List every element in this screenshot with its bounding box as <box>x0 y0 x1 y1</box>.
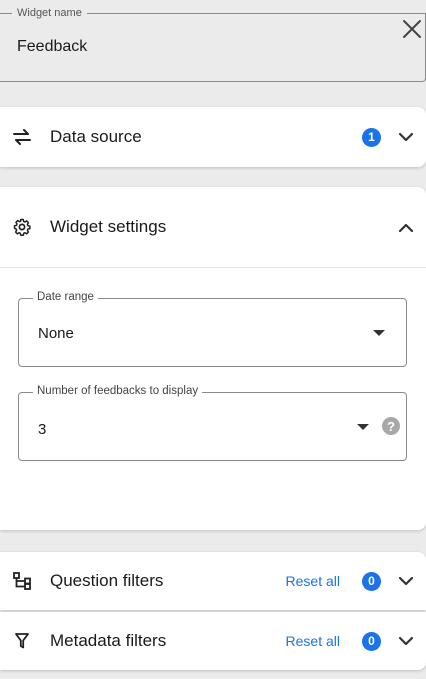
metadata-filters-header[interactable]: Metadata filters Reset all 0 <box>0 612 426 670</box>
question-filters-count-badge: 0 <box>362 571 381 591</box>
chevron-down-icon[interactable] <box>396 631 416 651</box>
widget-editor-panel: Widget name Feedback Data source 1 Widge… <box>0 0 426 679</box>
metadata-filters-card: Metadata filters Reset all 0 <box>0 612 426 670</box>
question-filters-title: Question filters <box>50 571 164 590</box>
widget-name-legend: Widget name <box>12 7 87 19</box>
dropdown-arrow-icon <box>373 330 385 336</box>
data-source-card: Data source 1 <box>0 107 426 167</box>
metadata-filters-count-badge: 0 <box>362 631 381 651</box>
question-filters-reset-link[interactable]: Reset all <box>286 573 340 589</box>
chevron-down-icon[interactable] <box>396 127 416 147</box>
widget-settings-header[interactable]: Widget settings <box>0 187 426 267</box>
question-filters-card: Question filters Reset all 0 <box>0 552 426 610</box>
feedback-count-legend: Number of feedbacks to display <box>33 385 203 397</box>
date-range-legend: Date range <box>33 291 98 303</box>
widget-settings-card: Widget settings Date range None Number o… <box>0 187 426 530</box>
feedback-count-select[interactable]: Number of feedbacks to display 3 ? <box>18 385 407 461</box>
swap-arrows-icon <box>12 127 32 147</box>
feedback-count-value: 3 <box>38 421 47 438</box>
dropdown-arrow-icon <box>357 424 369 430</box>
chevron-down-icon[interactable] <box>396 571 416 591</box>
data-source-count-badge: 1 <box>362 127 381 147</box>
chevron-up-icon[interactable] <box>396 217 416 237</box>
close-icon[interactable] <box>399 16 425 42</box>
metadata-filters-title: Metadata filters <box>50 631 167 650</box>
date-range-select[interactable]: Date range None <box>18 291 407 367</box>
hierarchy-icon <box>12 571 32 591</box>
metadata-filters-reset-link[interactable]: Reset all <box>286 633 340 649</box>
date-range-value: None <box>38 325 74 342</box>
data-source-title: Data source <box>50 127 142 146</box>
data-source-header[interactable]: Data source 1 <box>0 107 426 167</box>
widget-settings-title: Widget settings <box>50 217 167 236</box>
help-icon[interactable]: ? <box>382 417 400 435</box>
question-filters-header[interactable]: Question filters Reset all 0 <box>0 552 426 610</box>
widget-name-field[interactable]: Widget name Feedback <box>0 7 426 82</box>
settings-divider <box>0 267 426 268</box>
gear-icon <box>12 217 32 237</box>
filter-funnel-icon <box>12 631 32 651</box>
widget-name-value[interactable]: Feedback <box>17 38 87 56</box>
